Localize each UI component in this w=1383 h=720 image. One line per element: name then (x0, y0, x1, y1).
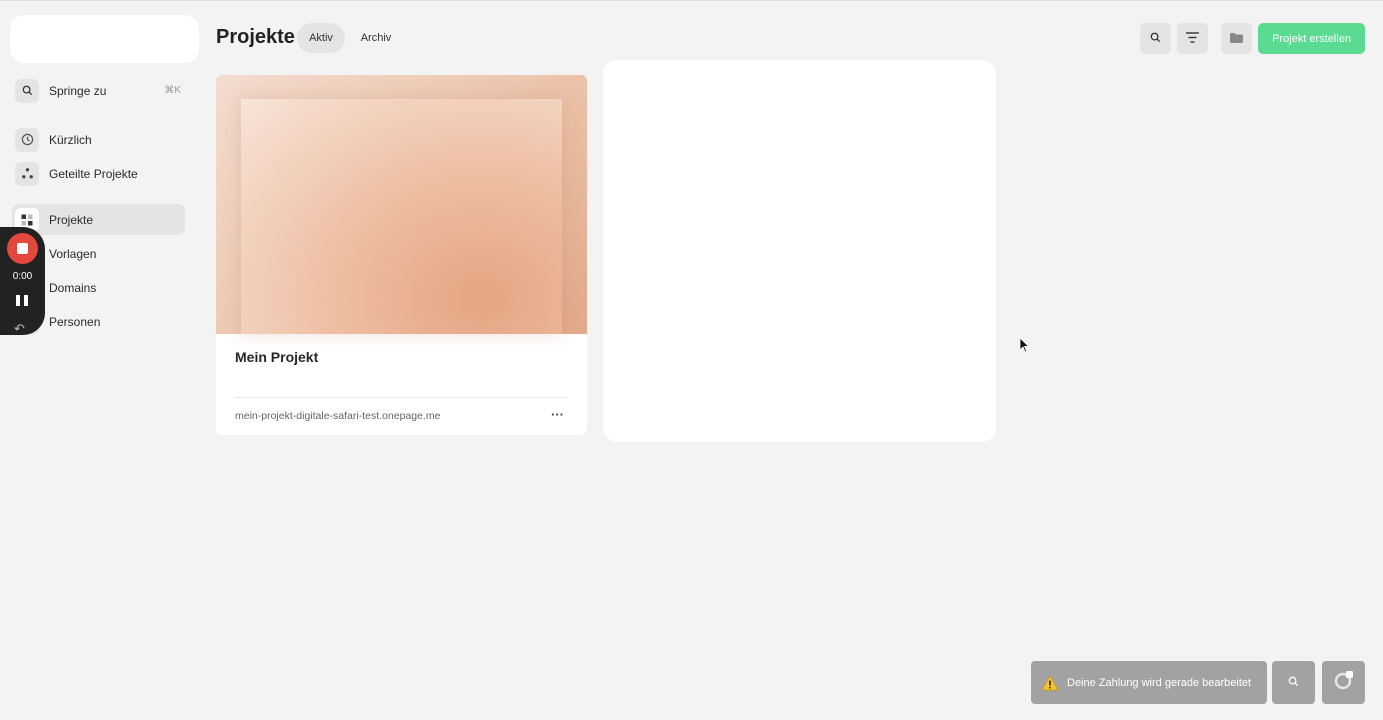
search-icon (1150, 30, 1161, 48)
tab-archive[interactable]: Archiv (357, 23, 395, 53)
share-icon (15, 161, 39, 186)
project-card-placeholder (603, 60, 996, 442)
jump-to-label: Springe zu (49, 83, 107, 98)
project-url[interactable]: mein-projekt-digitale-safari-test.onepag… (235, 410, 440, 422)
sidebar-item-label: Personen (49, 314, 101, 329)
project-thumbnail[interactable] (216, 75, 587, 334)
mouse-cursor-icon (1019, 337, 1030, 358)
sidebar-item-recent[interactable]: Kürzlich (12, 124, 185, 155)
folder-button[interactable] (1221, 23, 1252, 54)
search-icon (15, 78, 39, 103)
stop-recording-button[interactable] (7, 233, 38, 264)
sidebar-item-label: Geteilte Projekte (49, 166, 138, 181)
filter-button[interactable] (1177, 23, 1208, 54)
undo-icon[interactable]: ↶ (14, 321, 25, 337)
project-card[interactable]: Mein Projekt mein-projekt-digitale-safar… (216, 75, 587, 435)
payment-status-toast[interactable]: Deine Zahlung wird gerade bearbeitet (1031, 661, 1267, 704)
sidebar-item-shared[interactable]: Geteilte Projekte (12, 158, 185, 189)
project-thumbnail-preview (241, 99, 562, 334)
create-project-button[interactable]: Projekt erstellen (1258, 23, 1365, 54)
chat-icon (1334, 670, 1354, 695)
screen-recorder: 0:00 ↶ (0, 227, 45, 337)
page-title: Projekte (216, 26, 295, 48)
tab-active[interactable]: Aktiv (297, 23, 345, 53)
logo-area[interactable] (10, 15, 199, 63)
filter-icon (1186, 30, 1199, 48)
sidebar-item-projects[interactable]: Projekte (12, 204, 185, 235)
sidebar-item-label: Projekte (49, 212, 94, 227)
search-icon (1288, 674, 1299, 692)
chat-widget-button[interactable] (1322, 661, 1365, 704)
sidebar-item-label: Kürzlich (49, 132, 92, 147)
sidebar-item-label: Vorlagen (49, 246, 97, 261)
recording-time: 0:00 (12, 271, 33, 282)
card-divider (235, 397, 568, 398)
jump-to-button[interactable]: Springe zu ⌘K (12, 75, 185, 106)
folder-icon (1230, 30, 1243, 48)
clock-icon (15, 127, 39, 152)
help-search-button[interactable] (1272, 661, 1315, 704)
warning-icon (1041, 674, 1059, 691)
jump-shortcut: ⌘K (164, 85, 181, 96)
sidebar-item-label: Domains (49, 280, 97, 295)
project-title[interactable]: Mein Projekt (235, 349, 318, 365)
more-options-icon[interactable]: ··· (551, 407, 564, 422)
toast-text: Deine Zahlung wird gerade bearbeitet (1067, 676, 1252, 689)
search-button[interactable] (1140, 23, 1171, 54)
pause-recording-button[interactable] (16, 295, 28, 306)
